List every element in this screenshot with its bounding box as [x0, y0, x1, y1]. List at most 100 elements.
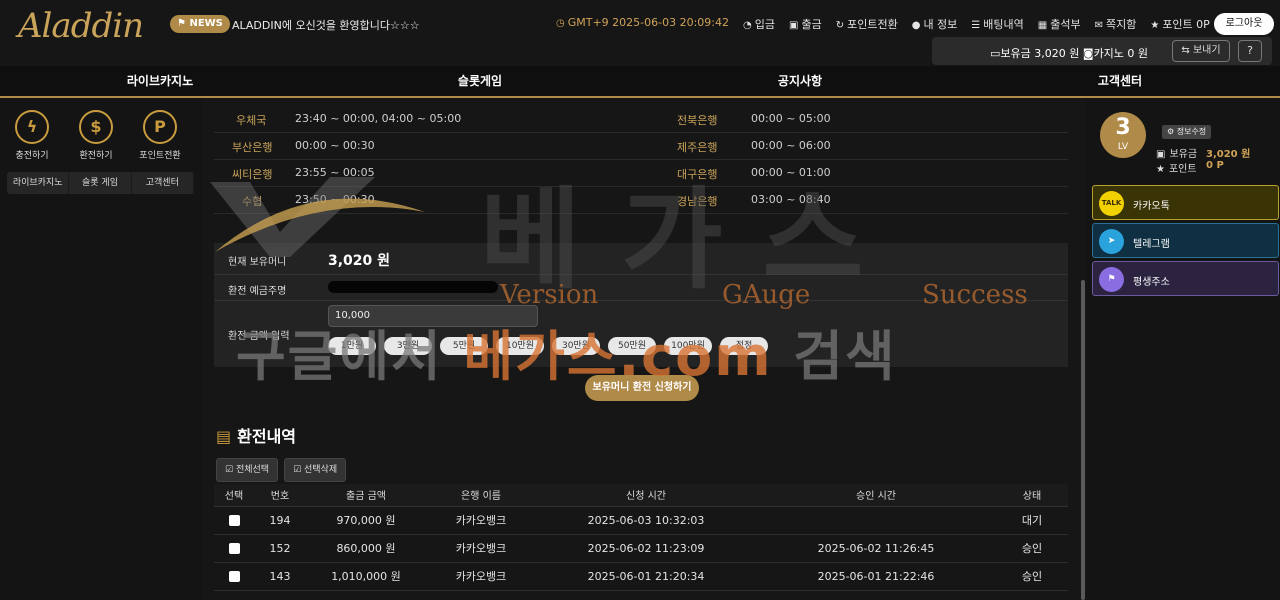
- point-convert-link[interactable]: ↻ 포인트전환: [836, 16, 898, 32]
- bank-time: 23:40 ~ 00:00, 04:00 ~ 05:00: [295, 112, 462, 125]
- quick-withdraw[interactable]: $ 환전하기: [70, 110, 122, 161]
- select-all-button[interactable]: ☑ 전체선택: [216, 458, 279, 482]
- scrollbar[interactable]: [1081, 280, 1085, 600]
- row-select[interactable]: [214, 562, 254, 591]
- amount-buttons: 1만원 3만원 5만원 10만원 30만원 50만원 100만원 정정: [328, 337, 768, 355]
- message-link[interactable]: ✉ 쪽지함: [1095, 16, 1137, 32]
- point-link[interactable]: ★ 포인트 0P: [1150, 16, 1209, 32]
- tab-slot-game[interactable]: 슬롯 게임: [69, 172, 132, 194]
- row-select[interactable]: [214, 506, 254, 535]
- telegram-label: 텔레그램: [1133, 239, 1170, 250]
- news-ticker: ALADDIN에 오신것을 환영합니다☆☆☆: [232, 19, 420, 32]
- table-row: 수협 23:50 ~ 00:30 경남은행 03:00 ~ 08:40: [214, 187, 1068, 214]
- amount-button[interactable]: 5만원: [440, 337, 488, 355]
- table-row: 143 1,010,000 원 카카오뱅크 2025-06-01 21:20:3…: [214, 562, 1068, 591]
- withdraw-link[interactable]: ▣ 출금: [789, 16, 822, 32]
- nav-customer-center[interactable]: 고객센터: [960, 66, 1280, 96]
- help-button[interactable]: ?: [1238, 40, 1262, 62]
- nav-notice[interactable]: 공지사항: [640, 66, 960, 96]
- news-badge-label: NEWS: [189, 18, 223, 29]
- right-point: ★ 포인트 0 P: [1156, 160, 1224, 175]
- lightning-icon: ϟ: [15, 110, 49, 144]
- amount-button[interactable]: 50만원: [608, 337, 656, 355]
- right-balance-label: 보유금: [1169, 149, 1198, 160]
- balance-label: 현재 보유머니: [228, 257, 287, 268]
- kakaotalk-label: 카카오톡: [1133, 201, 1170, 212]
- row-checkbox[interactable]: [228, 515, 240, 526]
- balance-bar: ▭보유금 3,020 원 ◙카지노 0 원 ⇆ 보내기 ?: [932, 37, 1272, 65]
- level-number: 3: [1115, 115, 1131, 140]
- info-icon: ●: [911, 20, 921, 31]
- deposit-link[interactable]: ◔ 입금: [743, 16, 775, 32]
- amount-button[interactable]: 3만원: [384, 337, 432, 355]
- table-row: 씨티은행 23:55 ~ 00:05 대구은행 00:00 ~ 01:00: [214, 160, 1068, 187]
- row-amount: 970,000 원: [306, 506, 426, 535]
- bank-name: 우체국: [236, 114, 267, 127]
- row-checkbox[interactable]: [228, 543, 240, 554]
- reset-button[interactable]: 정정: [720, 337, 768, 355]
- bank-name: 씨티은행: [232, 168, 273, 181]
- bet-history-link[interactable]: ☰ 배팅내역: [971, 16, 1023, 32]
- amount-button[interactable]: 1만원: [328, 337, 376, 355]
- attendance-link[interactable]: ▦ 출석부: [1038, 16, 1081, 32]
- history-table: 선택 번호 출금 금액 은행 이름 신청 시간 승인 시간 상태 194 970…: [214, 484, 1068, 591]
- row-checkbox[interactable]: [228, 571, 240, 582]
- row-approval-time: 2025-06-02 11:26:45: [756, 534, 996, 563]
- dollar-icon: $: [79, 110, 113, 144]
- amount-label: 환전 금액 입력: [228, 331, 290, 342]
- right-point-value: 0 P: [1206, 160, 1224, 171]
- column-header: 승인 시간: [756, 484, 996, 507]
- quick-charge[interactable]: ϟ 충전하기: [6, 110, 58, 161]
- quick-point[interactable]: P 포인트전환: [134, 110, 186, 161]
- row-request-time: 2025-06-02 11:23:09: [536, 534, 756, 563]
- my-info-label: 내 정보: [923, 18, 958, 31]
- amount-button[interactable]: 100만원: [664, 337, 712, 355]
- column-header: 은행 이름: [426, 484, 536, 507]
- quick-point-label: 포인트전환: [139, 151, 181, 161]
- bank-time: 23:55 ~ 00:05: [295, 166, 375, 179]
- logout-button[interactable]: 로그아웃: [1214, 13, 1274, 35]
- send-button[interactable]: ⇆ 보내기: [1172, 40, 1230, 62]
- delete-selected-button[interactable]: ☑ 선택삭제: [284, 458, 347, 482]
- swap-icon: ⇆: [1181, 45, 1193, 56]
- nav-live-casino[interactable]: 라이브카지노: [0, 66, 320, 96]
- tab-customer-center[interactable]: 고객센터: [132, 172, 194, 194]
- table-row: 194 970,000 원 카카오뱅크 2025-06-03 10:32:03 …: [214, 506, 1068, 535]
- row-status: 대기: [996, 506, 1068, 535]
- row-approval-time: 2025-06-01 21:22:46: [756, 562, 996, 591]
- quick-menu: ϟ 충전하기 $ 환전하기 P 포인트전환: [6, 110, 186, 161]
- right-point-label: 포인트: [1168, 164, 1197, 175]
- quick-charge-label: 충전하기: [15, 151, 49, 161]
- telegram-button[interactable]: ➤ 텔레그램: [1092, 223, 1279, 258]
- row-number: 152: [254, 534, 306, 563]
- row-select[interactable]: [214, 534, 254, 563]
- kakaotalk-button[interactable]: TALK 카카오톡: [1092, 185, 1279, 220]
- delete-selected-label: 선택삭제: [304, 465, 338, 475]
- row-amount: 860,000 원: [306, 534, 426, 563]
- amount-button[interactable]: 30만원: [552, 337, 600, 355]
- withdraw-form: 현재 보유머니 3,020 원 환전 예금주명 환전 금액 입력 10,000 …: [214, 243, 1068, 367]
- tab-live-casino[interactable]: 라이브카지노: [7, 172, 70, 194]
- bank-name: 부산은행: [232, 141, 273, 154]
- amount-button[interactable]: 10만원: [496, 337, 544, 355]
- column-header: 선택: [214, 484, 254, 507]
- row-bank: 카카오뱅크: [426, 562, 536, 591]
- apply-withdraw-button[interactable]: 보유머니 환전 신청하기: [585, 375, 699, 401]
- row-amount: 1,010,000 원: [306, 562, 426, 591]
- balance-summary: ▭보유금 3,020 원 ◙카지노 0 원: [990, 45, 1148, 61]
- my-info-link[interactable]: ● 내 정보: [912, 16, 958, 32]
- site-logo[interactable]: Aladdin: [18, 6, 148, 46]
- message-label: 쪽지함: [1105, 18, 1137, 31]
- row-request-time: 2025-06-03 10:32:03: [536, 506, 756, 535]
- column-header: 출금 금액: [306, 484, 426, 507]
- checkbox-icon: ☑: [293, 465, 304, 475]
- send-label: 보내기: [1192, 45, 1221, 56]
- top-bar: Aladdin ⚑ NEWS ALADDIN에 오신것을 환영합니다☆☆☆ ◷ G…: [0, 0, 1280, 66]
- clock: ◷ GMT+9 2025-06-03 20:09:42: [556, 16, 729, 32]
- info-edit-label: 정보수정: [1176, 127, 1207, 136]
- amount-input[interactable]: 10,000: [328, 305, 538, 327]
- bank-time: 00:00 ~ 00:30: [295, 139, 375, 152]
- permanent-address-button[interactable]: ⚑ 평생주소: [1092, 261, 1279, 296]
- nav-slot-game[interactable]: 슬롯게임: [320, 66, 640, 96]
- info-edit-button[interactable]: ⚙ 정보수정: [1162, 125, 1212, 139]
